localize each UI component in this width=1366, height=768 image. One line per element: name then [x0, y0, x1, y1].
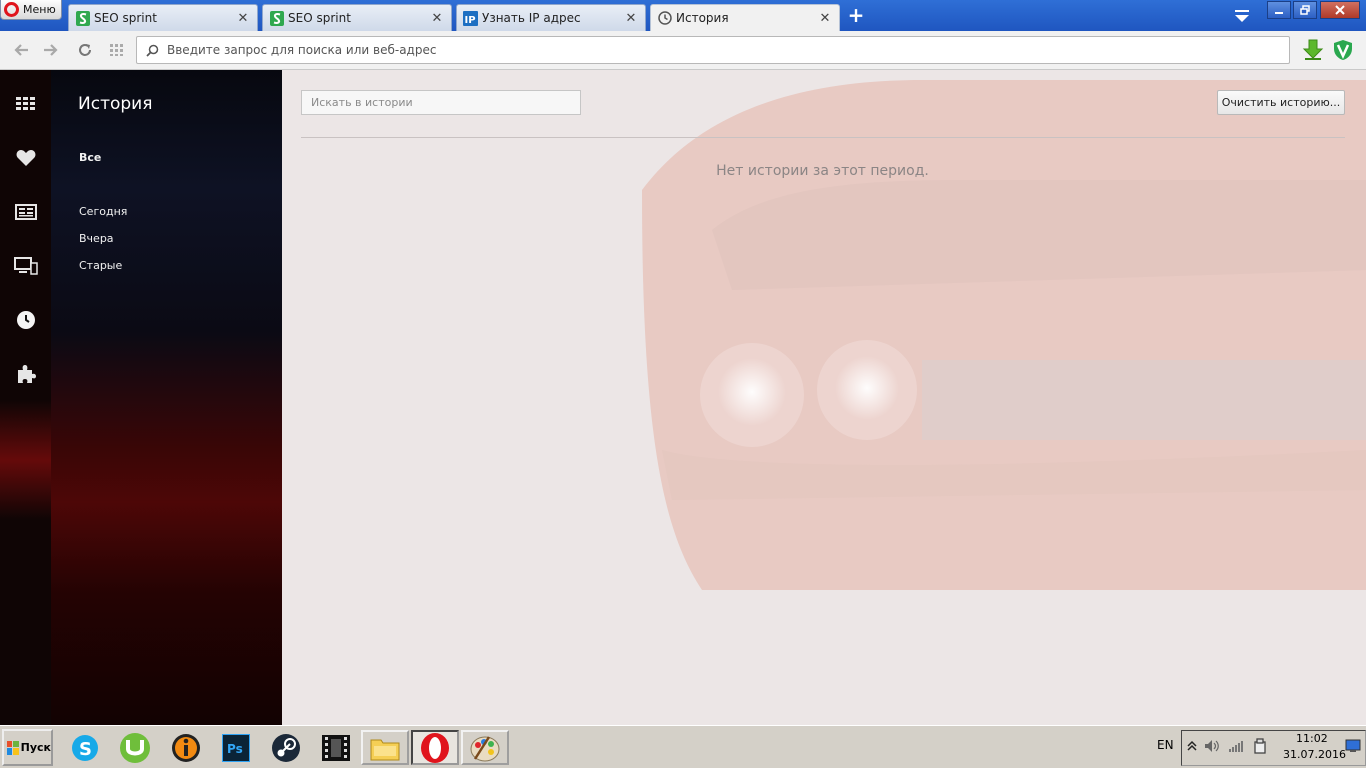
speed-dial-icon[interactable]	[13, 91, 39, 117]
history-clock-icon[interactable]	[13, 307, 39, 333]
extensions-icon[interactable]	[13, 361, 39, 387]
svg-text:S: S	[79, 739, 92, 760]
window-close-button[interactable]	[1320, 1, 1360, 19]
tab-close-icon[interactable]: ✕	[817, 10, 833, 26]
address-input[interactable]	[167, 43, 1289, 57]
filter-today[interactable]: Сегодня	[79, 205, 127, 218]
windows-taskbar: Пуск S Ps EN 11:02 31.07.2016	[0, 725, 1366, 768]
language-indicator[interactable]: EN	[1157, 738, 1174, 752]
forward-arrow-icon[interactable]	[42, 41, 60, 59]
photoshop-icon[interactable]: Ps	[218, 730, 254, 765]
video-editor-icon[interactable]	[318, 730, 354, 765]
tab-close-icon[interactable]: ✕	[235, 10, 251, 26]
tab-close-icon[interactable]: ✕	[429, 10, 445, 26]
start-label: Пуск	[20, 741, 51, 754]
clock-time[interactable]: 11:02	[1296, 732, 1328, 745]
speed-dial-grid-icon[interactable]	[108, 41, 126, 59]
utorrent-icon[interactable]	[117, 730, 153, 765]
file-explorer-icon[interactable]	[361, 730, 409, 765]
svg-text:IP: IP	[465, 15, 476, 26]
volume-icon[interactable]	[1204, 738, 1220, 754]
show-hidden-icons-icon[interactable]	[1184, 738, 1200, 754]
tab-title: История	[676, 11, 729, 25]
tab-menu-icon[interactable]	[1232, 8, 1252, 24]
divider	[301, 137, 1345, 138]
search-icon	[137, 44, 167, 57]
safely-remove-icon[interactable]	[1252, 738, 1268, 754]
clock-icon	[657, 11, 672, 26]
paint-icon[interactable]	[461, 730, 509, 765]
tab-history[interactable]: История ✕	[650, 4, 840, 31]
tab-seo-sprint-1[interactable]: SEO sprint ✕	[68, 4, 258, 31]
tab-title: SEO sprint	[94, 11, 157, 25]
tab-ip-address[interactable]: IP Узнать IP адрес ✕	[456, 4, 646, 31]
minimize-button[interactable]	[1267, 1, 1291, 19]
tab-seo-sprint-2[interactable]: SEO sprint ✕	[262, 4, 452, 31]
opera-icon[interactable]	[411, 730, 459, 765]
history-search-input[interactable]	[301, 90, 581, 115]
history-panel: История Все Сегодня Вчера Старые	[51, 70, 282, 725]
download-arrow-icon[interactable]	[1302, 39, 1324, 61]
tab-bar: Меню SEO sprint ✕ SEO sprint ✕ IP Узнать…	[0, 0, 1366, 31]
info-app-icon[interactable]	[168, 730, 204, 765]
clock-date[interactable]: 31.07.2016	[1283, 748, 1346, 761]
address-bar[interactable]	[136, 36, 1290, 64]
sync-devices-icon[interactable]	[13, 253, 39, 279]
reload-icon[interactable]	[76, 41, 94, 59]
photoshop-label: Ps	[227, 742, 243, 756]
heart-icon[interactable]	[13, 145, 39, 171]
filter-older[interactable]: Старые	[79, 259, 122, 272]
empty-history-message: Нет истории за этот период.	[716, 163, 929, 179]
address-toolbar	[0, 31, 1366, 70]
windows-logo-icon	[7, 740, 19, 755]
opera-logo-icon	[4, 2, 19, 17]
show-desktop-icon[interactable]	[1345, 738, 1361, 754]
seosprint-icon	[269, 10, 284, 26]
shield-icon[interactable]	[1332, 39, 1354, 61]
history-content: Очистить историю... Нет истории за этот …	[282, 70, 1366, 725]
tab-title: SEO sprint	[288, 11, 351, 25]
back-arrow-icon[interactable]	[12, 41, 30, 59]
skype-icon[interactable]: S	[67, 730, 103, 765]
news-icon[interactable]	[13, 199, 39, 225]
opera-sidebar	[0, 70, 51, 725]
filter-all[interactable]: Все	[79, 151, 101, 164]
menu-label: Меню	[23, 3, 56, 16]
tab-title: Узнать IP адрес	[482, 11, 581, 25]
network-signal-icon[interactable]	[1228, 738, 1244, 754]
seosprint-icon	[75, 10, 90, 26]
opera-menu-button[interactable]: Меню	[0, 0, 62, 20]
filter-yesterday[interactable]: Вчера	[79, 232, 114, 245]
start-button[interactable]: Пуск	[2, 729, 53, 766]
restore-button[interactable]	[1293, 1, 1317, 19]
new-tab-button[interactable]: +	[846, 5, 866, 26]
page-title: История	[78, 94, 153, 114]
steam-icon[interactable]	[268, 730, 304, 765]
tab-close-icon[interactable]: ✕	[623, 10, 639, 26]
ip-icon: IP	[463, 10, 478, 26]
clear-history-button[interactable]: Очистить историю...	[1217, 90, 1345, 115]
